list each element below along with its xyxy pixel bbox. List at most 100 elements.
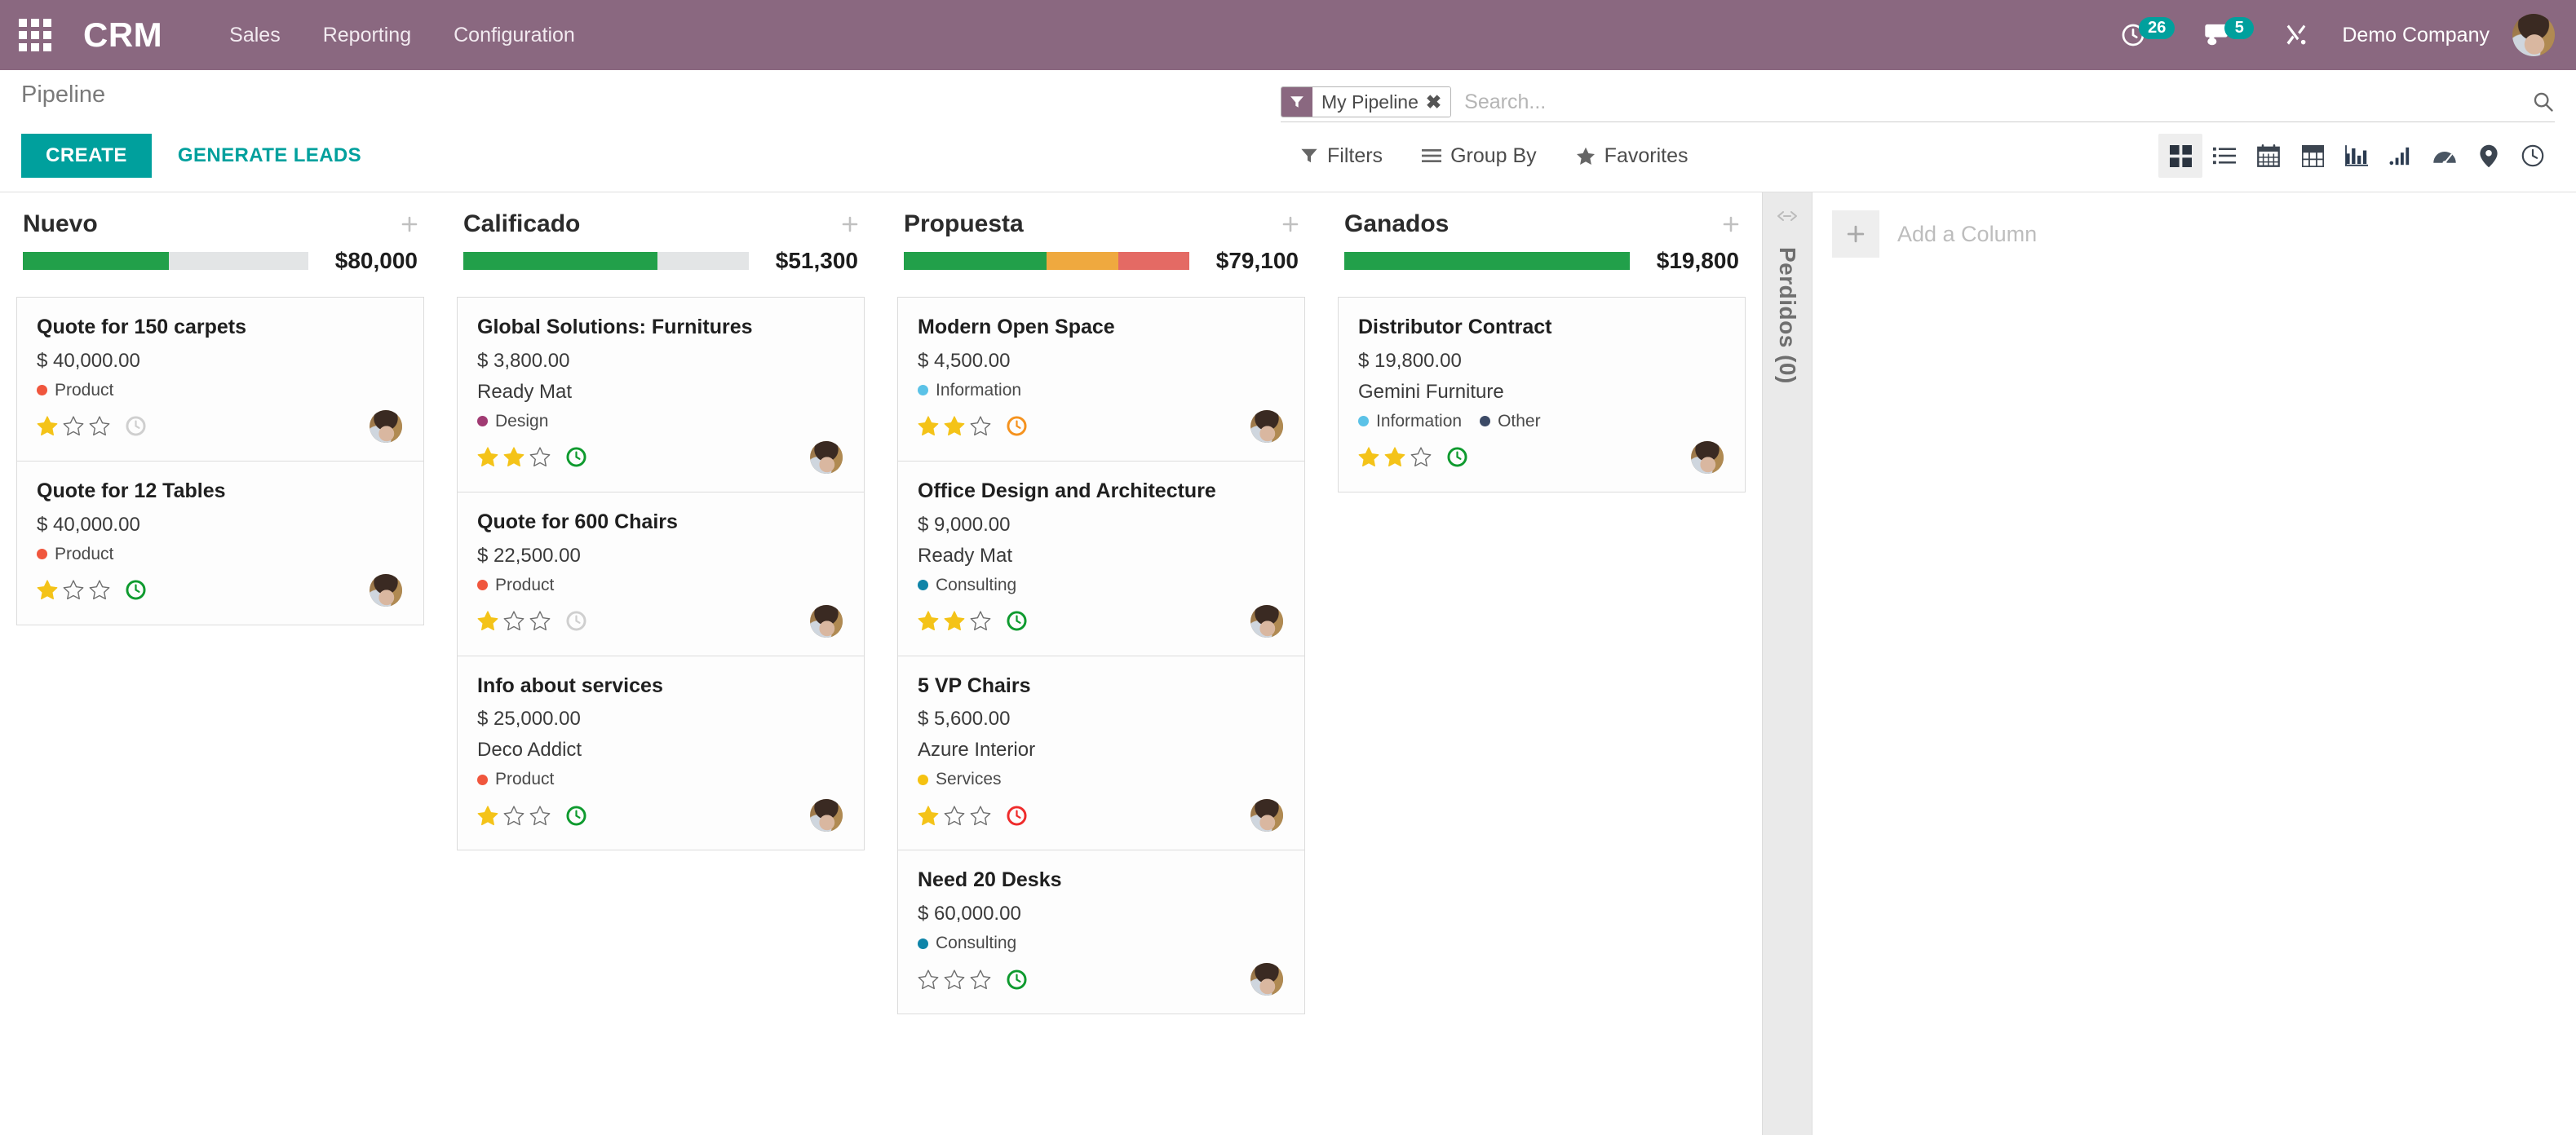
card-activity-indicator[interactable] [1006,610,1028,632]
star-empty-icon[interactable] [529,806,551,826]
activity-clock-green-icon[interactable] [565,805,587,827]
kanban-column-title[interactable]: Ganados [1344,210,1449,238]
activity-clock-grey-icon[interactable] [565,610,587,632]
progress-segment[interactable] [1344,252,1630,270]
card-priority-stars[interactable] [477,447,551,467]
view-button-list[interactable] [2202,134,2246,178]
star-filled-icon[interactable] [477,806,498,826]
card-assignee-avatar[interactable] [810,441,843,474]
star-empty-icon[interactable] [944,969,965,990]
card-priority-stars[interactable] [918,611,991,631]
kanban-column-title[interactable]: Calificado [463,210,580,238]
view-button-activity[interactable] [2511,134,2555,178]
card-tag[interactable]: Information [918,381,1021,400]
star-empty-icon[interactable] [89,580,110,600]
star-filled-icon[interactable] [918,611,939,631]
card-activity-indicator[interactable] [1446,446,1468,468]
activity-clock-orange-icon[interactable] [1006,415,1028,437]
star-filled-icon[interactable] [918,806,939,826]
star-filled-icon[interactable] [37,416,58,436]
card-priority-stars[interactable] [918,806,991,826]
progress-segment[interactable] [904,252,1047,270]
card-tag[interactable]: Product [37,381,113,400]
generate-leads-button[interactable]: GENERATE LEADS [178,144,361,167]
card-assignee-avatar[interactable] [1250,605,1283,638]
star-empty-icon[interactable] [1410,447,1432,467]
kanban-card[interactable]: Quote for 600 Chairs$ 22,500.00Product [458,492,864,656]
star-empty-icon[interactable] [944,806,965,826]
app-brand-crm[interactable]: CRM [83,15,162,55]
star-empty-icon[interactable] [89,416,110,436]
search-input[interactable] [1451,86,2524,117]
group-by-dropdown[interactable]: Group By [1402,144,1556,168]
kanban-column-add-card-button[interactable] [1723,216,1739,232]
star-filled-icon[interactable] [944,611,965,631]
activity-clock-green-icon[interactable] [1006,969,1028,991]
star-empty-icon[interactable] [529,611,551,631]
progress-segment[interactable] [463,252,657,270]
card-activity-indicator[interactable] [1006,805,1028,827]
add-column-button[interactable] [1832,210,1879,258]
star-empty-icon[interactable] [970,416,991,436]
developer-tools-button[interactable] [2268,0,2324,70]
card-tag[interactable]: Consulting [918,934,1016,953]
card-priority-stars[interactable] [477,806,551,826]
view-button-calendar[interactable] [2246,134,2291,178]
kanban-card[interactable]: Distributor Contract$ 19,800.00Gemini Fu… [1339,298,1745,492]
card-activity-indicator[interactable] [565,805,587,827]
card-tag[interactable]: Other [1480,412,1541,431]
kanban-column-title[interactable]: Nuevo [23,210,98,238]
card-activity-indicator[interactable] [125,579,147,601]
card-activity-indicator[interactable] [1006,969,1028,991]
star-empty-icon[interactable] [918,969,939,990]
card-assignee-avatar[interactable] [370,574,402,607]
kanban-card[interactable]: Need 20 Desks$ 60,000.00Consulting [898,850,1304,1014]
kanban-card[interactable]: Info about services$ 25,000.00Deco Addic… [458,656,864,850]
kanban-column-add-card-button[interactable] [1282,216,1299,232]
activity-clock-green-icon[interactable] [565,446,587,468]
activities-menu-button[interactable]: 26 [2105,0,2189,70]
star-empty-icon[interactable] [970,806,991,826]
kanban-card[interactable]: Office Design and Architecture$ 9,000.00… [898,462,1304,656]
card-tag[interactable]: Consulting [918,576,1016,595]
card-activity-indicator[interactable] [565,446,587,468]
star-empty-icon[interactable] [503,806,524,826]
view-button-map[interactable] [2467,134,2511,178]
card-tag[interactable]: Services [918,770,1002,789]
star-filled-icon[interactable] [503,447,524,467]
view-button-cohort[interactable] [2379,134,2423,178]
star-empty-icon[interactable] [63,416,84,436]
progress-segment[interactable] [23,252,169,270]
add-column-label[interactable]: Add a Column [1897,222,2037,247]
star-filled-icon[interactable] [37,580,58,600]
messages-menu-button[interactable]: 5 [2189,0,2268,70]
apps-menu-button[interactable] [0,0,70,70]
company-switcher[interactable]: Demo Company [2324,24,2507,47]
star-filled-icon[interactable] [944,416,965,436]
view-button-dashboard[interactable] [2423,134,2467,178]
card-assignee-avatar[interactable] [1250,799,1283,832]
star-filled-icon[interactable] [477,611,498,631]
kanban-column-progressbar[interactable] [23,252,308,270]
kanban-column-progressbar[interactable] [1344,252,1630,270]
kanban-card[interactable]: Quote for 150 carpets$ 40,000.00Product [17,298,423,462]
kanban-card[interactable]: 5 VP Chairs$ 5,600.00Azure InteriorServi… [898,656,1304,851]
progress-segment[interactable] [1047,252,1118,270]
create-button[interactable]: CREATE [21,134,152,178]
breadcrumb[interactable]: Pipeline [0,82,105,108]
menu-sales[interactable]: Sales [208,0,302,70]
card-priority-stars[interactable] [37,580,110,600]
card-assignee-avatar[interactable] [1691,441,1724,474]
star-filled-icon[interactable] [1384,447,1405,467]
card-tag[interactable]: Product [37,545,113,564]
kanban-card[interactable]: Modern Open Space$ 4,500.00Information [898,298,1304,462]
kanban-column-add-card-button[interactable] [842,216,858,232]
card-activity-indicator[interactable] [565,610,587,632]
search-icon[interactable] [2524,91,2555,113]
kanban-column-folded-perdidos[interactable]: Perdidos (0) [1762,192,1812,1135]
card-priority-stars[interactable] [477,611,551,631]
star-empty-icon[interactable] [63,580,84,600]
kanban-column-progressbar[interactable] [904,252,1189,270]
search-facet-remove-icon[interactable]: ✖ [1426,87,1450,117]
menu-reporting[interactable]: Reporting [302,0,432,70]
